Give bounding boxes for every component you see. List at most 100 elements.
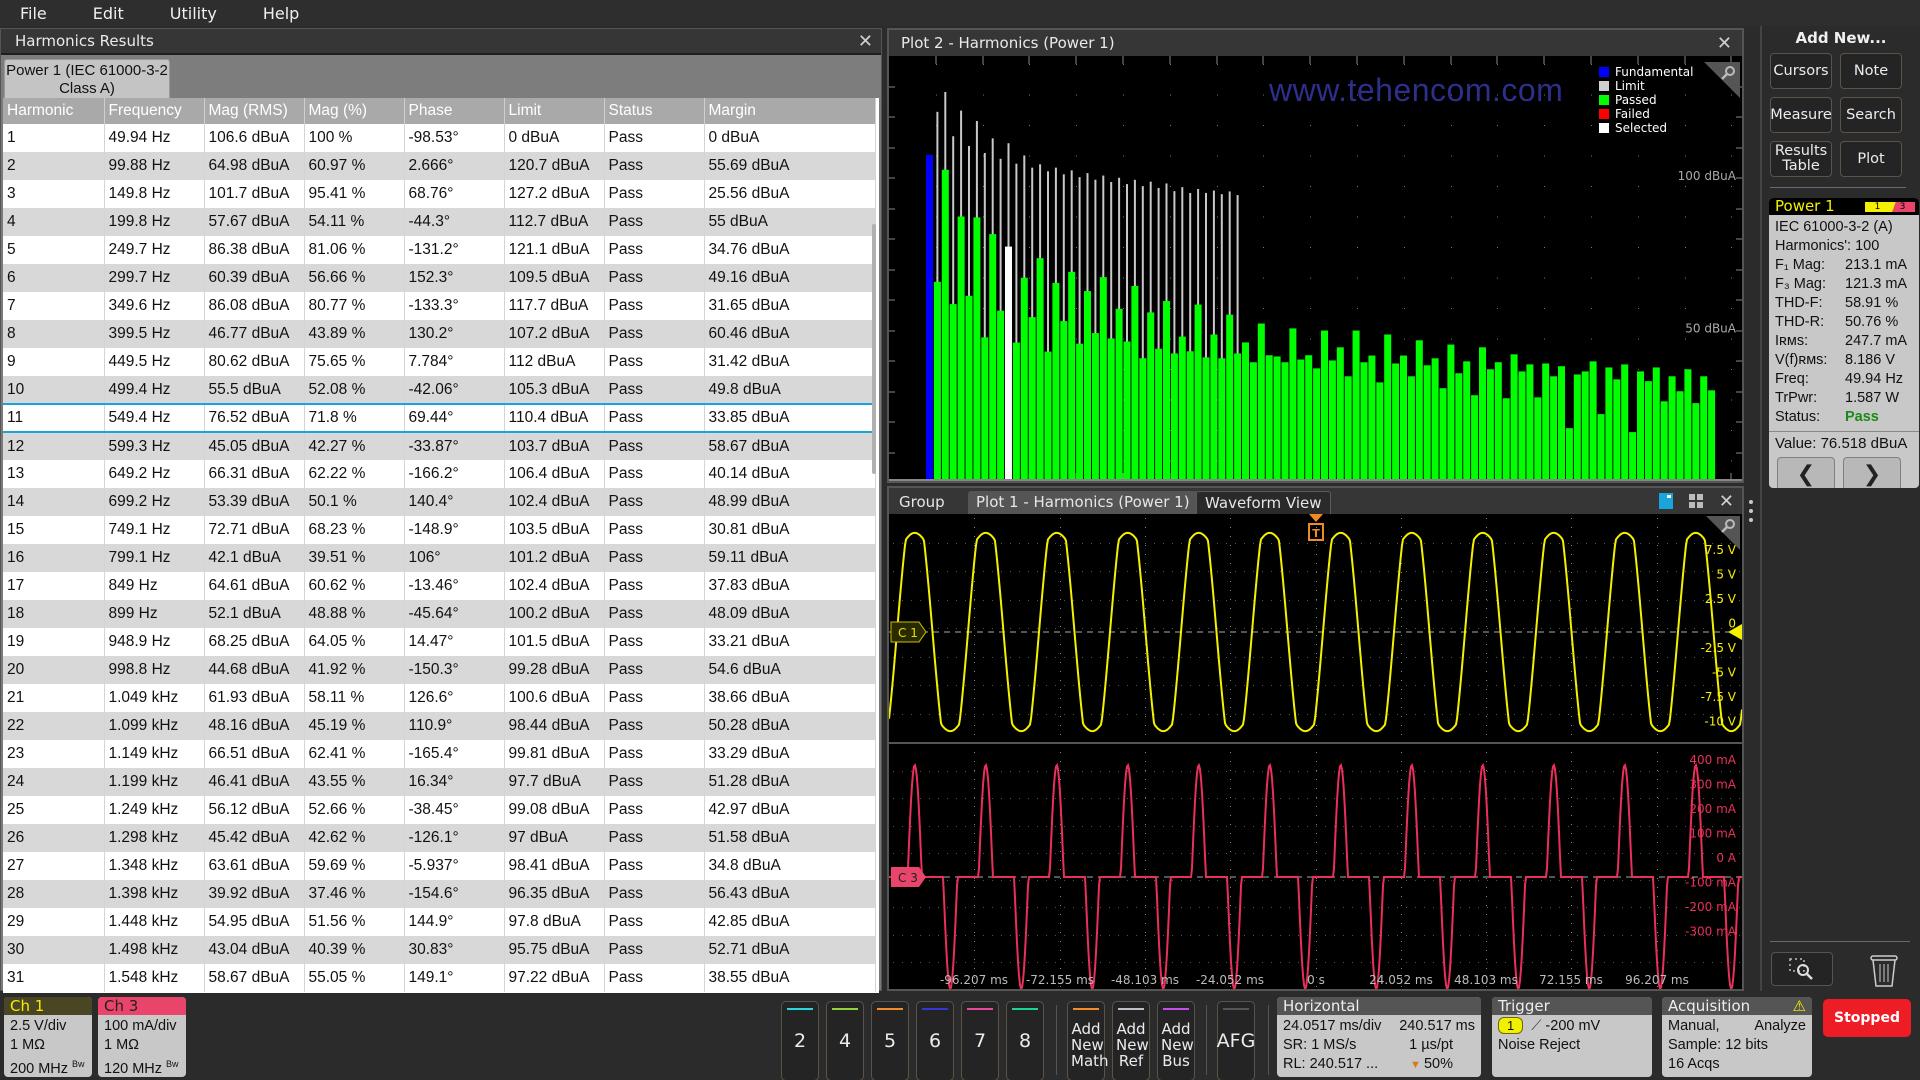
run-stop-button[interactable]: Stopped — [1823, 999, 1911, 1037]
panel-resize-handle[interactable] — [1749, 500, 1755, 527]
grid-dot — [1208, 826, 1209, 827]
tab-waveform-view[interactable]: Waveform View — [1196, 491, 1331, 514]
grid-dot — [1486, 914, 1487, 915]
zoom-magnifier-icon[interactable] — [1704, 62, 1740, 98]
power1-measurement-badge[interactable]: Power 1 1 3 IEC 61000-3-2 (A) Harmonics'… — [1769, 198, 1919, 488]
table-cell: Pass — [604, 180, 705, 208]
grid-dot — [1127, 543, 1128, 544]
channel-6-button[interactable]: 6 — [916, 1001, 954, 1080]
trigger-badge[interactable]: Trigger 1 ⟋ -200 mV Noise Reject — [1492, 997, 1652, 1077]
results-table-button[interactable]: Results Table — [1770, 141, 1832, 177]
grid-dot — [1487, 771, 1488, 772]
save-view-icon[interactable] — [1658, 493, 1673, 509]
add-math-button[interactable]: Add New Math — [1067, 1001, 1109, 1080]
table-row[interactable]: 21 1.049 kHz 61.93 dBuA 58.11 % 126.6° 100.6 … — [3, 684, 876, 712]
close-results-icon[interactable]: ✕ — [858, 31, 873, 52]
table-row[interactable]: 19 948.9 Hz 68.25 dBuA 64.05 % 14.47° 101.5 d… — [3, 628, 876, 656]
grid-dot — [1401, 527, 1402, 528]
table-row[interactable]: 10 499.4 Hz 55.5 dBuA 52.08 % -42.06° 105.3 d… — [3, 376, 876, 404]
table-row[interactable]: 23 1.149 kHz 66.51 dBuA 62.41 % -165.4° 99.81… — [3, 740, 876, 768]
table-row[interactable]: 13 649.2 Hz 66.31 dBuA 62.22 % -166.2° 106.4 … — [3, 460, 876, 488]
grid-dot — [1028, 962, 1029, 963]
table-row[interactable]: 25 1.249 kHz 56.12 dBuA 52.66 % -38.45° 99.08… — [3, 796, 876, 824]
measure-button[interactable]: Measure — [1770, 97, 1832, 133]
trigger-position-marker[interactable]: T — [1308, 514, 1324, 541]
grid-dot — [1280, 880, 1281, 881]
grid-dot — [1136, 880, 1137, 881]
channel-2-button[interactable]: 2 — [781, 1001, 819, 1080]
close-plot2-icon[interactable]: ✕ — [1717, 33, 1732, 54]
table-row[interactable]: 4 199.8 Hz 57.67 dBuA 54.11 % -44.3° 112.7 dB… — [3, 208, 876, 236]
table-row[interactable]: 7 349.6 Hz 86.08 dBuA 80.77 % -133.3° 117.7 d… — [3, 292, 876, 320]
table-row[interactable]: 27 1.348 kHz 63.61 dBuA 59.69 % -5.937° 98.41… — [3, 852, 876, 880]
add-bus-button[interactable]: Add New Bus — [1157, 1001, 1195, 1080]
menu-edit[interactable]: Edit — [73, 4, 124, 23]
table-cell: 127.2 dBuA — [504, 180, 605, 208]
menu-bar: File Edit Utility Help — [0, 0, 1920, 26]
table-row[interactable]: 2 99.88 Hz 64.98 dBuA 60.97 % 2.666° 120.7 dB… — [3, 152, 876, 180]
search-button[interactable]: Search — [1840, 97, 1902, 133]
add-ref-button[interactable]: Add New Ref — [1112, 1001, 1150, 1080]
table-scrollbar[interactable] — [872, 224, 876, 474]
cursors-button[interactable]: Cursors — [1770, 53, 1832, 89]
grid-dot — [1638, 338, 1639, 340]
close-waveform-icon[interactable]: ✕ — [1719, 491, 1734, 512]
channel-7-button[interactable]: 7 — [961, 1001, 999, 1080]
table-row[interactable]: 6 299.7 Hz 60.39 dBuA 56.66 % 152.3° 109.5 dB… — [3, 264, 876, 292]
table-row[interactable]: 31 1.548 kHz 58.67 dBuA 55.05 % 149.1° 97.22 … — [3, 964, 876, 992]
table-row[interactable]: 26 1.298 kHz 45.42 dBuA 42.62 % -126.1° 97 dB… — [3, 824, 876, 852]
channel-4-button[interactable]: 4 — [826, 1001, 864, 1080]
menu-help[interactable]: Help — [243, 4, 299, 23]
channel-8-button[interactable]: 8 — [1006, 1001, 1044, 1080]
table-row[interactable]: 3 149.8 Hz 101.7 dBuA 95.41 % 68.76° 127.2 dB… — [3, 180, 876, 208]
table-row[interactable]: 28 1.398 kHz 39.92 dBuA 37.46 % -154.6° 96.35… — [3, 880, 876, 908]
ch3-badge[interactable]: Ch 3 100 mA/div 1 MΩ 120 MHz Bw — [98, 997, 186, 1077]
table-row[interactable]: 16 799.1 Hz 42.1 dBuA 39.51 % 106° 101.2 dBuA… — [3, 544, 876, 572]
column-header[interactable]: Harmonic — [3, 98, 105, 124]
zoom-tool-button[interactable] — [1771, 952, 1833, 986]
c1-channel-marker[interactable]: C 1 — [890, 621, 927, 643]
table-row[interactable]: 30 1.498 kHz 43.04 dBuA 40.39 % 30.83° 95.75 … — [3, 936, 876, 964]
table-row[interactable]: 12 599.3 Hz 45.05 dBuA 42.27 % -33.87° 103.7 … — [3, 432, 876, 460]
menu-utility[interactable]: Utility — [150, 4, 217, 23]
table-row[interactable]: 1 49.94 Hz 106.6 dBuA 100 % -98.53° 0 dBuA Pas… — [3, 124, 876, 152]
acquisition-badge[interactable]: Acquisition ⚠ Manual, Analyze Sample: 12 b… — [1662, 997, 1812, 1077]
column-header[interactable]: Phase — [404, 98, 505, 124]
table-row[interactable]: 15 749.1 Hz 72.71 dBuA 68.23 % -148.9° 103.5 … — [3, 516, 876, 544]
table-row[interactable]: 8 399.5 Hz 46.77 dBuA 43.89 % 130.2° 107.2 dB… — [3, 320, 876, 348]
column-header[interactable]: Mag (%) — [304, 98, 405, 124]
table-row[interactable]: 18 899 Hz 52.1 dBuA 48.88 % -45.64° 100.2 dBu… — [3, 600, 876, 628]
column-header[interactable]: Mag (RMS) — [204, 98, 305, 124]
results-tab-power1[interactable]: Power 1 (IEC 61000-3-2 Class A) — [4, 59, 170, 99]
table-row[interactable]: 17 849 Hz 64.61 dBuA 60.62 % -13.46° 102.4 dB… — [3, 572, 876, 600]
table-row[interactable]: 24 1.199 kHz 46.41 dBuA 43.55 % 16.34° 97.7 d… — [3, 768, 876, 796]
table-row[interactable]: 20 998.8 Hz 44.68 dBuA 41.92 % -150.3° 99.28 … — [3, 656, 876, 684]
c3-channel-marker[interactable]: C 3 — [891, 867, 926, 887]
horizontal-badge[interactable]: Horizontal 24.0517 ms/div 240.517 ms SR: … — [1277, 997, 1481, 1077]
grid-dot — [1424, 935, 1425, 936]
table-cell: Pass — [604, 936, 705, 964]
grid-layout-icon[interactable] — [1688, 494, 1703, 508]
next-harmonic-button[interactable]: ❯ — [1843, 457, 1901, 488]
prev-harmonic-button[interactable]: ❮ — [1777, 457, 1835, 488]
column-header[interactable]: Status — [604, 98, 705, 124]
ch1-badge[interactable]: Ch 1 2.5 V/div 1 MΩ 200 MHz Bw — [4, 997, 92, 1077]
plot-button[interactable]: Plot — [1840, 141, 1902, 177]
table-row[interactable]: 22 1.099 kHz 48.16 dBuA 45.19 % 110.9° 98.44 … — [3, 712, 876, 740]
delete-button[interactable] — [1866, 950, 1902, 990]
tab-plot1-harmonics[interactable]: Plot 1 - Harmonics (Power 1) — [968, 491, 1198, 514]
grid-dot — [1136, 798, 1137, 799]
channel-5-button[interactable]: 5 — [871, 1001, 909, 1080]
note-button[interactable]: Note — [1840, 53, 1902, 89]
table-row[interactable]: 14 699.2 Hz 53.39 dBuA 50.1 % 140.4° 102.4 dB… — [3, 488, 876, 516]
table-row[interactable]: 11 549.4 Hz 76.52 dBuA 71.8 % 69.44° 110.4 dB… — [3, 403, 876, 433]
menu-file[interactable]: File — [0, 4, 47, 23]
table-row[interactable]: 5 249.7 Hz 86.38 dBuA 81.06 % -131.2° 121.1 d… — [3, 236, 876, 264]
column-header[interactable]: Limit — [504, 98, 605, 124]
table-row[interactable]: 9 449.5 Hz 80.62 dBuA 75.65 % 7.784° 112 dBuA… — [3, 348, 876, 376]
column-header[interactable]: Frequency — [104, 98, 205, 124]
afg-button[interactable]: AFG — [1217, 1001, 1255, 1080]
table-row[interactable]: 29 1.448 kHz 54.95 dBuA 51.56 % 144.9° 97.8 d… — [3, 908, 876, 936]
tab-group[interactable]: Group — [891, 491, 953, 514]
column-header[interactable]: Margin — [704, 98, 876, 124]
